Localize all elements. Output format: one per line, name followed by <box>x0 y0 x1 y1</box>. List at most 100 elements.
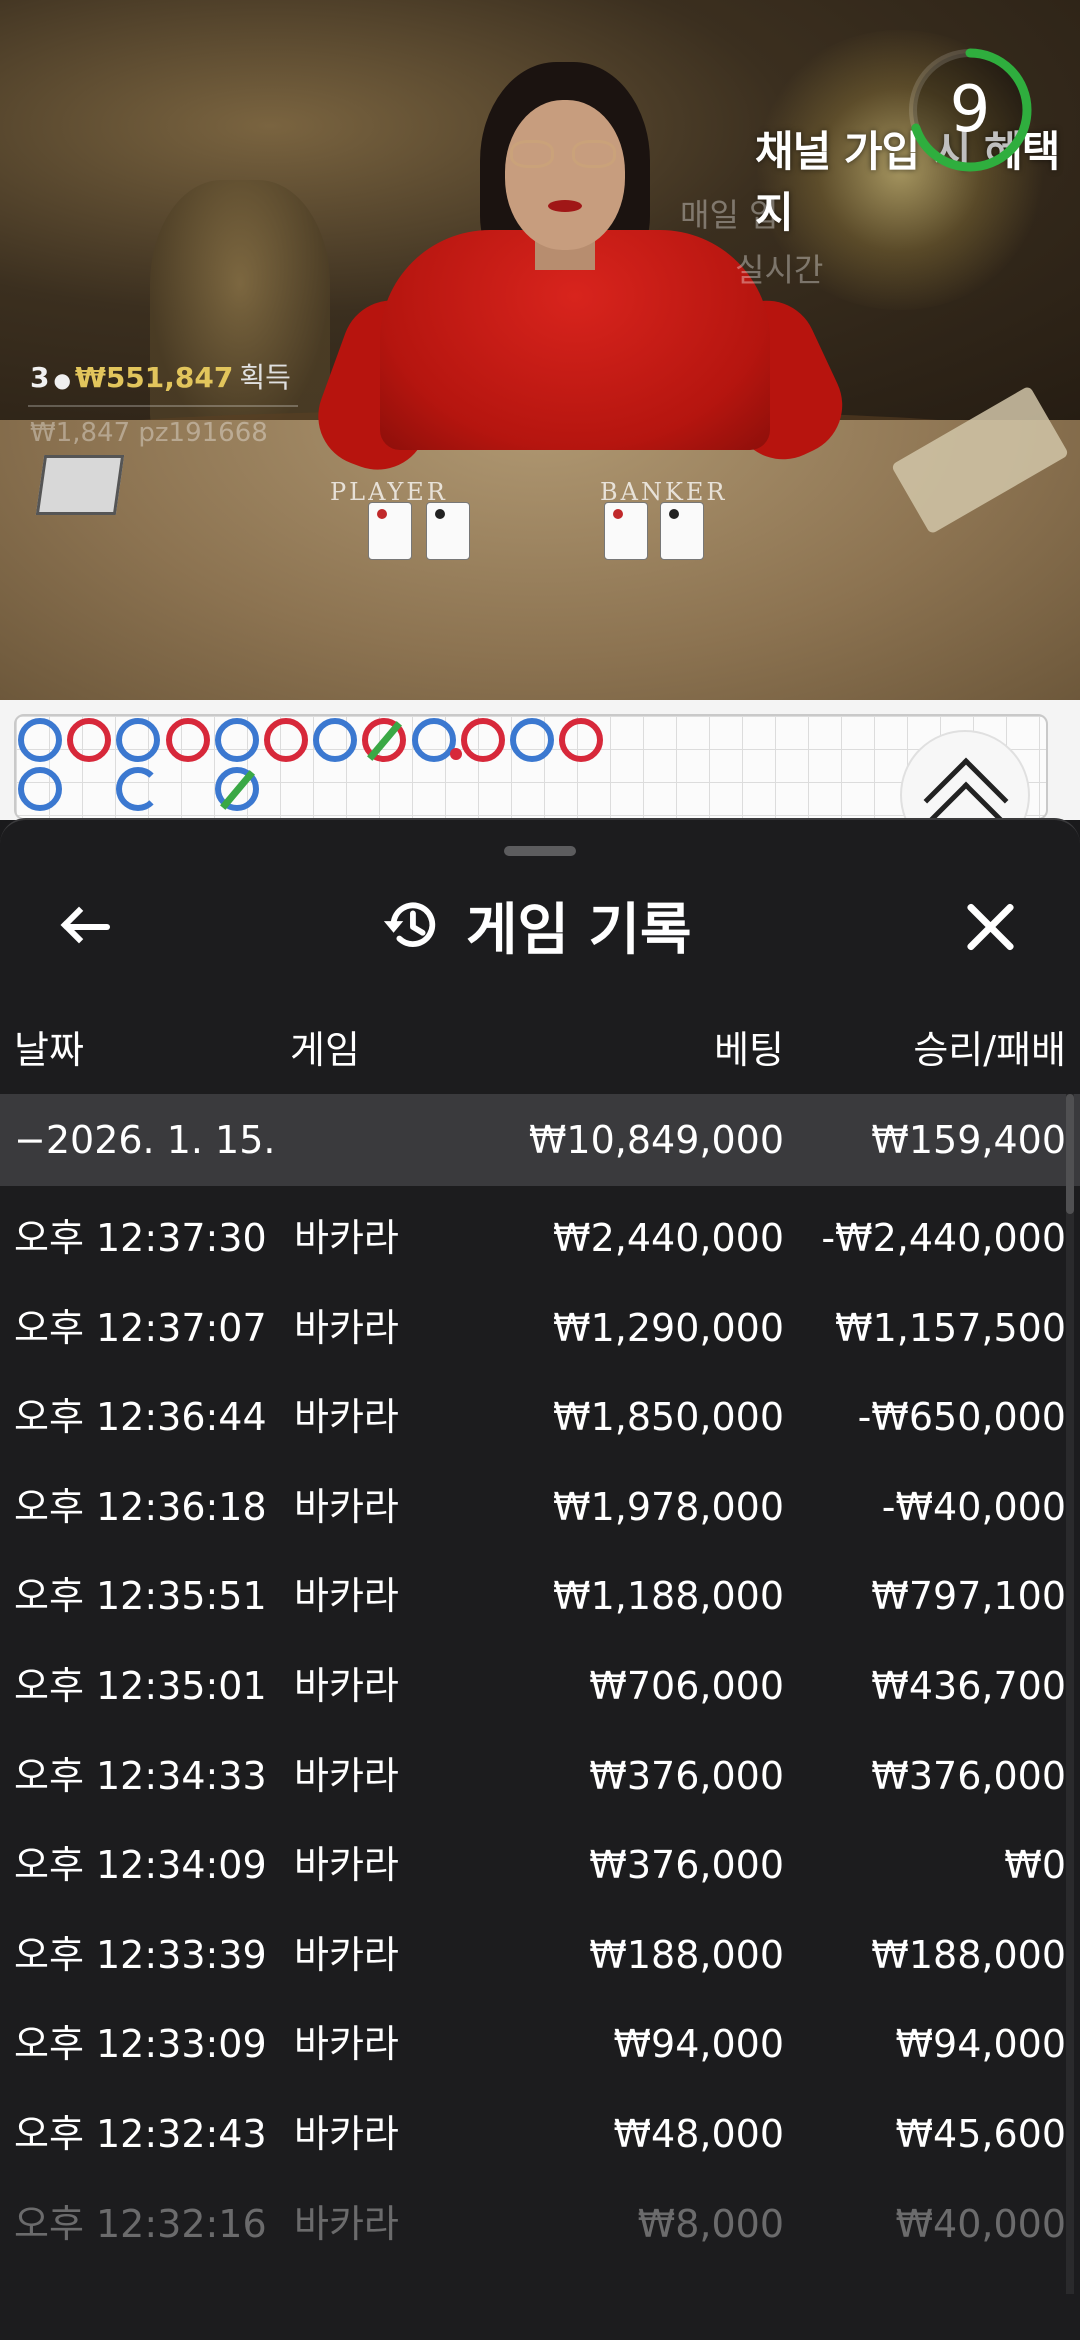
row-bet: ₩94,000 <box>613 2022 784 2066</box>
divider <box>28 405 298 407</box>
row-time: 오후 12:34:33 <box>14 1754 267 1798</box>
banker-bead <box>165 718 210 762</box>
arrow-left-icon <box>60 906 98 944</box>
winner-suffix: 획득 <box>239 361 291 394</box>
row-time: 오후 12:35:51 <box>14 1574 267 1618</box>
row-game: 바카라 <box>294 2022 399 2066</box>
sheet-grabber[interactable] <box>504 846 576 856</box>
date-group-row[interactable]: −2026. 1. 15. ₩10,849,000 ₩159,400 <box>0 1094 1080 1186</box>
row-game: 바카라 <box>294 1933 399 1977</box>
winner-count: 3 <box>30 361 50 394</box>
player-bead <box>116 718 161 762</box>
row-game: 바카라 <box>294 1574 399 1618</box>
row-result: -₩2,440,000 <box>821 1216 1066 1260</box>
page-title: 게임 기록 <box>466 897 692 963</box>
dealer-face <box>505 100 625 250</box>
banker-bead <box>460 718 505 762</box>
player-bead <box>18 718 62 762</box>
row-game: 바카라 <box>294 1754 399 1798</box>
table-row[interactable]: 오후 12:37:07 바카라 ₩1,290,000 ₩1,157,500 <box>0 1284 1080 1373</box>
table-row[interactable]: 오후 12:34:33 바카라 ₩376,000 ₩376,000 <box>0 1732 1080 1821</box>
row-game: 바카라 <box>294 1306 399 1350</box>
back-button[interactable] <box>50 888 126 964</box>
table-row[interactable]: 오후 12:32:16 바카라 ₩8,000 ₩40,000 <box>0 2180 1080 2269</box>
winner-amount: ₩551,847 <box>74 361 234 394</box>
player-bead <box>313 718 358 762</box>
pair-dot <box>449 748 462 760</box>
card-shoe <box>35 455 125 515</box>
banker-bead <box>362 718 407 762</box>
row-result: ₩376,000 <box>871 1754 1066 1798</box>
winner-sub: ₩1,847 pz191668 <box>30 418 268 448</box>
dealer-lips <box>548 200 582 212</box>
game-history-sheet: 게임 기록 날짜 게임 베팅 승리/패배 −2026. 1. 15. ₩10,8… <box>0 818 1080 2340</box>
row-time: 오후 12:36:18 <box>14 1485 267 1529</box>
countdown-timer: 9 <box>905 45 1035 175</box>
table-row[interactable]: 오후 12:35:01 바카라 ₩706,000 ₩436,700 <box>0 1642 1080 1731</box>
row-bet: ₩1,978,000 <box>553 1485 784 1529</box>
row-result: ₩188,000 <box>871 1933 1066 1977</box>
row-time: 오후 12:37:07 <box>14 1306 267 1350</box>
player-card <box>368 502 412 560</box>
row-result: ₩436,700 <box>871 1664 1066 1708</box>
winners-summary: 3 ● ₩551,847 획득 <box>30 356 291 396</box>
row-bet: ₩48,000 <box>613 2112 784 2156</box>
player-bead <box>214 718 259 762</box>
live-video: PLAYER BANKER 채널 가입 시 혜택 지 매일 입 실시간 9 3 ●… <box>0 0 1080 700</box>
row-time: 오후 12:35:01 <box>14 1664 267 1708</box>
row-time: 오후 12:37:30 <box>14 1216 267 1260</box>
table-row[interactable]: 오후 12:36:18 바카라 ₩1,978,000 -₩40,000 <box>0 1463 1080 1552</box>
table-row[interactable]: 오후 12:33:39 바카라 ₩188,000 ₩188,000 <box>0 1911 1080 2000</box>
table-row[interactable]: 오후 12:33:09 바카라 ₩94,000 ₩94,000 <box>0 2000 1080 2089</box>
scrollbar[interactable] <box>1066 1094 1074 2294</box>
bead-road-grid <box>14 714 1048 820</box>
row-game: 바카라 <box>294 1485 399 1529</box>
row-result: ₩1,157,500 <box>835 1306 1066 1350</box>
table-row[interactable]: 오후 12:34:09 바카라 ₩376,000 ₩0 <box>0 1821 1080 1910</box>
row-result: -₩650,000 <box>857 1395 1066 1439</box>
row-bet: ₩8,000 <box>637 2202 784 2246</box>
tie-mark <box>367 721 403 761</box>
row-bet: ₩1,188,000 <box>553 1574 784 1618</box>
banker-bead <box>264 718 308 762</box>
tie-mark <box>219 770 255 810</box>
column-header-game[interactable]: 게임 <box>290 1020 360 1080</box>
row-game: 바카라 <box>294 1216 399 1260</box>
row-bet: ₩376,000 <box>589 1843 784 1887</box>
row-time: 오후 12:33:09 <box>14 2022 267 2066</box>
row-game: 바카라 <box>294 2202 399 2246</box>
player-bead <box>116 767 161 811</box>
row-bet: ₩1,290,000 <box>553 1306 784 1350</box>
column-header-bet[interactable]: 베팅 <box>714 1020 784 1080</box>
column-header-result[interactable]: 승리/패배 <box>913 1020 1066 1080</box>
group-date: −2026. 1. 15. <box>14 1118 276 1162</box>
background-statue <box>150 180 330 440</box>
table-row[interactable]: 오후 12:37:30 바카라 ₩2,440,000 -₩2,440,000 <box>0 1194 1080 1283</box>
close-button[interactable] <box>952 890 1028 966</box>
group-bet-total: ₩10,849,000 <box>528 1118 784 1162</box>
promo-line: 매일 입 <box>680 196 779 234</box>
dealer-glasses <box>510 140 620 170</box>
row-bet: ₩1,850,000 <box>553 1395 784 1439</box>
banker-card <box>660 502 704 560</box>
row-result: ₩40,000 <box>895 2202 1066 2246</box>
table-row[interactable]: 오후 12:36:44 바카라 ₩1,850,000 -₩650,000 <box>0 1373 1080 1462</box>
sheet-header: 게임 기록 <box>380 880 692 970</box>
row-result: -₩40,000 <box>881 1485 1066 1529</box>
row-bet: ₩2,440,000 <box>553 1216 784 1260</box>
row-result: ₩45,600 <box>895 2112 1066 2156</box>
banker-bead <box>559 718 604 762</box>
scrollbar-thumb[interactable] <box>1066 1094 1074 1214</box>
promo-line: 실시간 <box>735 251 824 289</box>
row-result: ₩94,000 <box>895 2022 1066 2066</box>
group-result-total: ₩159,400 <box>871 1118 1066 1162</box>
history-icon <box>383 902 436 947</box>
row-result: ₩797,100 <box>871 1574 1066 1618</box>
row-bet: ₩188,000 <box>589 1933 784 1977</box>
table-row[interactable]: 오후 12:32:43 바카라 ₩48,000 ₩45,600 <box>0 2090 1080 2179</box>
user-icon: ● <box>53 368 71 392</box>
banker-bead <box>67 718 112 762</box>
row-game: 바카라 <box>294 1395 399 1439</box>
table-row[interactable]: 오후 12:35:51 바카라 ₩1,188,000 ₩797,100 <box>0 1552 1080 1641</box>
column-header-date[interactable]: 날짜 <box>14 1020 84 1080</box>
